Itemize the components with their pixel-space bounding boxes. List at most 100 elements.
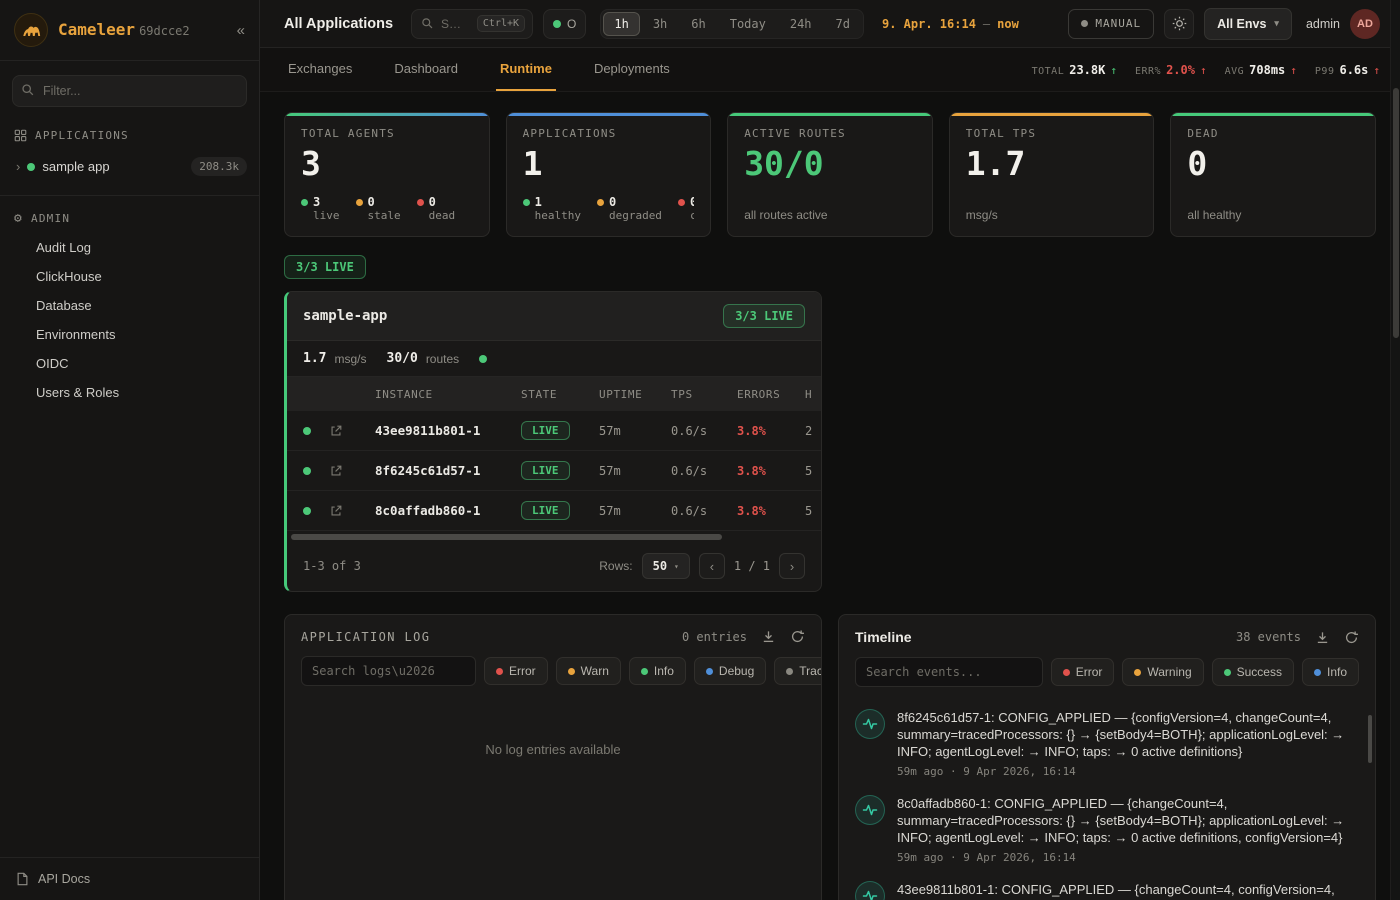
stat-p99-value: 6.6s bbox=[1339, 63, 1368, 77]
timeline-filter-success[interactable]: Success bbox=[1212, 658, 1294, 686]
card-title: APPLICATIONS bbox=[523, 127, 695, 140]
sidebar-item-database[interactable]: Database bbox=[0, 291, 259, 320]
next-page-button[interactable]: › bbox=[779, 553, 805, 579]
log-filter-error[interactable]: Error bbox=[484, 657, 548, 685]
green-dot-icon bbox=[301, 199, 308, 206]
time-range-24h[interactable]: 24h bbox=[779, 12, 823, 36]
timeline-search-input[interactable] bbox=[855, 657, 1043, 687]
tab-runtime[interactable]: Runtime bbox=[496, 48, 556, 91]
time-range-7d[interactable]: 7d bbox=[825, 12, 861, 36]
live-summary-badge: 3/3 LIVE bbox=[284, 255, 366, 279]
log-filter-info[interactable]: Info bbox=[629, 657, 686, 685]
info-dot-icon bbox=[641, 668, 648, 675]
rows-per-page-select[interactable]: 50 ▾ bbox=[642, 553, 690, 579]
refresh-icon[interactable] bbox=[1344, 630, 1359, 645]
sidebar-item-environments[interactable]: Environments bbox=[0, 320, 259, 349]
date-range-display[interactable]: 9. Apr. 16:14 — now bbox=[882, 17, 1019, 31]
document-icon bbox=[16, 872, 29, 886]
user-avatar[interactable]: AD bbox=[1350, 9, 1380, 39]
applications-section-header: APPLICATIONS bbox=[0, 113, 259, 150]
timeline-filters: Error Warning Success Info bbox=[839, 657, 1375, 699]
log-panel-meta: 0 entries bbox=[682, 629, 805, 644]
table-row[interactable]: 8c0affadb860-1 LIVE 57m 0.6/s 3.8% 5 bbox=[287, 491, 821, 531]
environment-select[interactable]: All Envs ▾ bbox=[1204, 8, 1292, 40]
card-metrics: 3 live 0 stale 0 dead bbox=[301, 195, 473, 222]
timeline-meta: 38 events bbox=[1236, 630, 1359, 645]
download-icon[interactable] bbox=[761, 629, 776, 644]
manual-refresh-button[interactable]: MANUAL bbox=[1068, 9, 1154, 39]
page-scrollbar-thumb[interactable] bbox=[1393, 88, 1399, 338]
prev-page-button[interactable]: ‹ bbox=[699, 553, 725, 579]
sidebar-item-sample-app[interactable]: › sample app 208.3k bbox=[0, 150, 259, 183]
environment-select-value: All Envs bbox=[1217, 17, 1266, 31]
bottom-panels: APPLICATION LOG 0 entries bbox=[284, 614, 1376, 900]
stat-avg: AVG 708ms ↑ bbox=[1225, 63, 1297, 77]
refresh-icon[interactable] bbox=[790, 629, 805, 644]
time-range-6h[interactable]: 6h bbox=[680, 12, 716, 36]
timeline-event: 8f6245c61d57-1: CONFIG_APPLIED — {config… bbox=[855, 709, 1359, 778]
instance-id: 8c0affadb860-1 bbox=[375, 503, 521, 518]
theme-toggle-button[interactable] bbox=[1164, 9, 1194, 39]
stat-total-value: 23.8K bbox=[1069, 63, 1105, 77]
main-area: All Applications S… Ctrl+K O 1h 3h 6h To… bbox=[260, 0, 1400, 900]
timeline-filter-info[interactable]: Info bbox=[1302, 658, 1359, 686]
external-link-icon[interactable] bbox=[329, 424, 375, 438]
health-dot bbox=[479, 355, 487, 363]
red-dot-icon bbox=[417, 199, 424, 206]
routes-value: 30/0 bbox=[387, 351, 418, 366]
sidebar-collapse-button[interactable]: « bbox=[237, 22, 245, 39]
external-link-icon[interactable] bbox=[329, 504, 375, 518]
stat-card-total-agents: TOTAL AGENTS 3 3 live 0 stale 0 bbox=[284, 112, 490, 237]
sidebar-item-oidc[interactable]: OIDC bbox=[0, 349, 259, 378]
table-footer: 1-3 of 3 Rows: 50 ▾ ‹ 1 / 1 › bbox=[287, 543, 821, 591]
date-from: 9. Apr. 16:14 bbox=[882, 17, 976, 31]
debug-dot-icon bbox=[706, 668, 713, 675]
timeline-title: Timeline bbox=[855, 629, 912, 645]
time-range-today[interactable]: Today bbox=[719, 12, 777, 36]
time-range-1h[interactable]: 1h bbox=[603, 12, 639, 36]
time-range-3h[interactable]: 3h bbox=[642, 12, 678, 36]
external-link-icon[interactable] bbox=[329, 464, 375, 478]
success-dot-icon bbox=[1224, 669, 1231, 676]
app-live-badge: 3/3 LIVE bbox=[723, 304, 805, 328]
event-timestamp: 59m ago · 9 Apr 2026, 16:14 bbox=[897, 765, 1359, 778]
tab-dashboard[interactable]: Dashboard bbox=[390, 48, 462, 91]
online-label: O bbox=[567, 17, 576, 31]
date-separator: — bbox=[983, 17, 990, 31]
admin-section-header: ⚙ ADMIN bbox=[0, 196, 259, 233]
card-subtitle: all healthy bbox=[1187, 208, 1359, 222]
metric-live: 3 live bbox=[301, 195, 340, 222]
timeline-filter-error[interactable]: Error bbox=[1051, 658, 1115, 686]
table-horizontal-scrollbar[interactable] bbox=[291, 534, 817, 540]
sidebar-item-users-roles[interactable]: Users & Roles bbox=[0, 378, 259, 407]
stat-avg-value: 708ms bbox=[1249, 63, 1285, 77]
timeline-filter-warning[interactable]: Warning bbox=[1122, 658, 1203, 686]
tab-deployments[interactable]: Deployments bbox=[590, 48, 674, 91]
log-filter-trace[interactable]: Trace bbox=[774, 657, 822, 685]
state-badge: LIVE bbox=[521, 501, 570, 520]
table-row[interactable]: 43ee9811b801-1 LIVE 57m 0.6/s 3.8% 2 bbox=[287, 411, 821, 451]
stat-avg-label: AVG bbox=[1225, 66, 1245, 77]
online-toggle[interactable]: O bbox=[543, 9, 586, 39]
sidebar-filter-input[interactable] bbox=[12, 75, 247, 107]
warning-dot-icon bbox=[1134, 669, 1141, 676]
search-shortcut-badge: Ctrl+K bbox=[477, 15, 525, 32]
log-filter-warn[interactable]: Warn bbox=[556, 657, 621, 685]
card-title: TOTAL AGENTS bbox=[301, 127, 473, 140]
sidebar-item-audit-log[interactable]: Audit Log bbox=[0, 233, 259, 262]
trend-up-icon: ↑ bbox=[1110, 64, 1117, 77]
timeline-scrollbar[interactable] bbox=[1368, 715, 1372, 763]
log-panel-header: APPLICATION LOG 0 entries bbox=[285, 615, 821, 656]
tab-exchanges[interactable]: Exchanges bbox=[284, 48, 356, 91]
sidebar-item-api-docs[interactable]: API Docs bbox=[0, 857, 259, 900]
table-row[interactable]: 8f6245c61d57-1 LIVE 57m 0.6/s 3.8% 5 bbox=[287, 451, 821, 491]
download-icon[interactable] bbox=[1315, 630, 1330, 645]
global-search-button[interactable]: S… Ctrl+K bbox=[411, 9, 533, 39]
sidebar-filter bbox=[12, 75, 247, 107]
page-scrollbar[interactable] bbox=[1390, 0, 1400, 900]
gear-icon: ⚙ bbox=[14, 212, 23, 225]
log-search-input[interactable] bbox=[301, 656, 476, 686]
log-filter-debug[interactable]: Debug bbox=[694, 657, 766, 685]
trend-up-icon: ↑ bbox=[1290, 64, 1297, 77]
sidebar-item-clickhouse[interactable]: ClickHouse bbox=[0, 262, 259, 291]
